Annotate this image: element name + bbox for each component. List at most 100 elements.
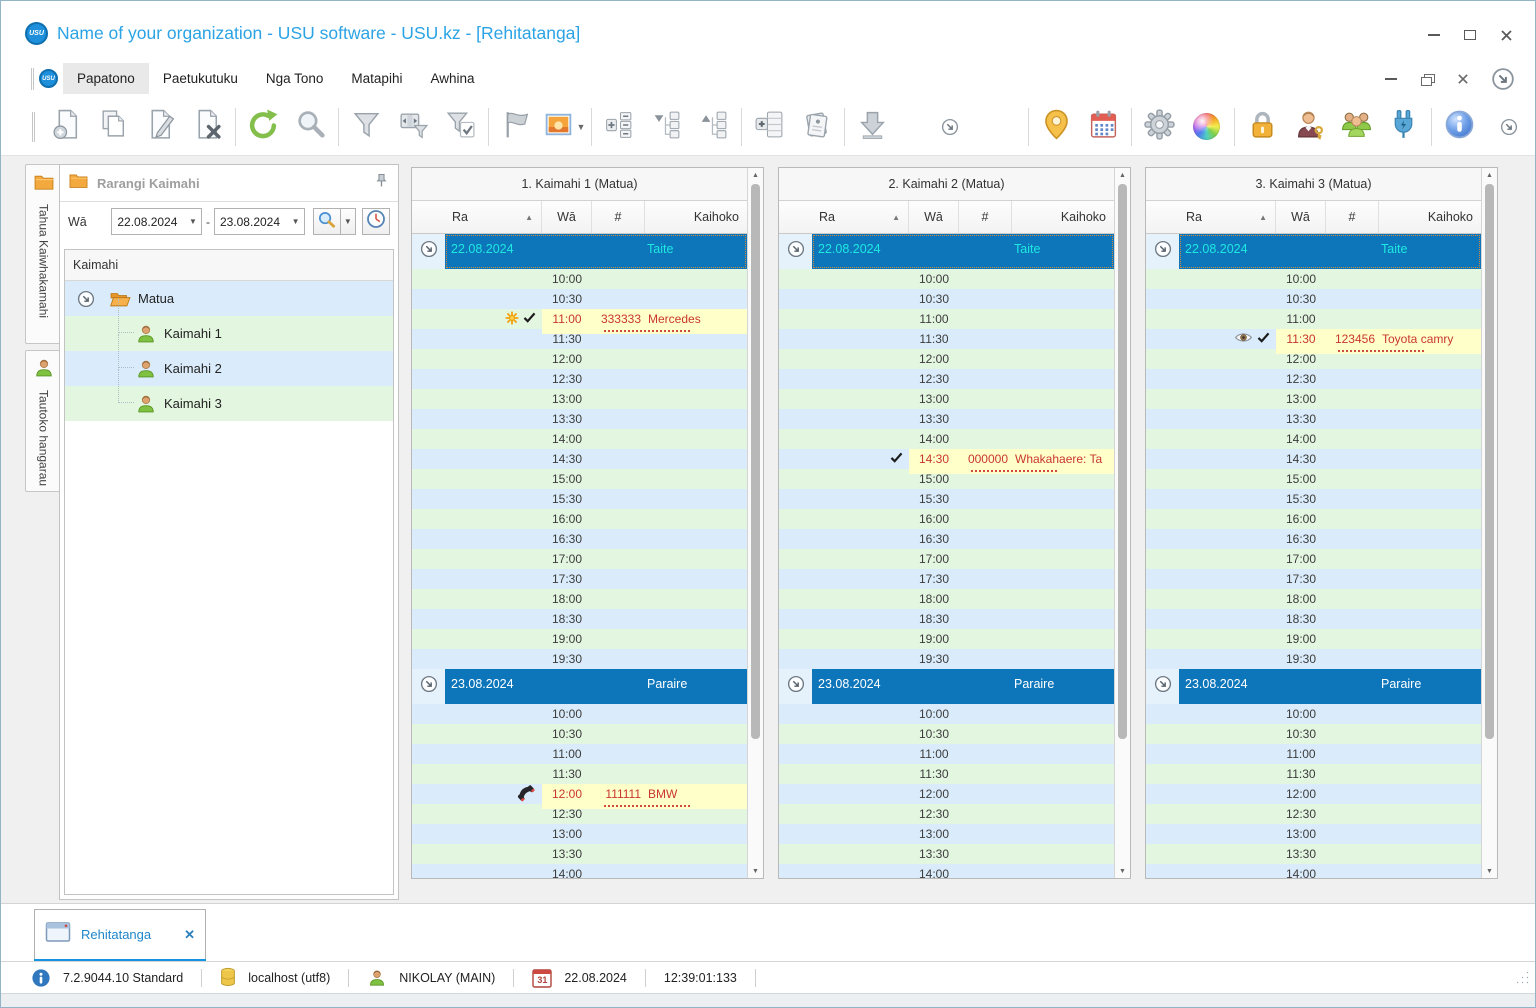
time-slot-row[interactable]: 17:30 bbox=[412, 569, 747, 589]
date-band-row[interactable]: 22.08.2024 Taite bbox=[779, 234, 1114, 269]
menu-item-matapihi[interactable]: Matapihi bbox=[337, 63, 416, 94]
time-slot-row[interactable]: 12:30 bbox=[1146, 369, 1481, 389]
mdi-close-button[interactable] bbox=[1451, 69, 1475, 89]
time-slot-row[interactable]: 14:30 bbox=[1146, 449, 1481, 469]
date-band-row[interactable]: 23.08.2024 Paraire bbox=[1146, 669, 1481, 704]
time-slot-row[interactable]: 13:30 bbox=[412, 409, 747, 429]
refresh-button[interactable] bbox=[240, 103, 287, 151]
band-expander-cell[interactable] bbox=[1146, 234, 1179, 269]
lock-button[interactable] bbox=[1239, 103, 1286, 151]
time-slot-row[interactable]: 11:30 bbox=[1146, 764, 1481, 784]
time-slot-row[interactable]: 11:30 bbox=[412, 764, 747, 784]
time-slot-row[interactable]: 14:00 bbox=[1146, 429, 1481, 449]
scrollbar-thumb[interactable] bbox=[1485, 184, 1494, 739]
time-slot-row[interactable]: 10:30 bbox=[412, 289, 747, 309]
time-slot-row[interactable]: 16:30 bbox=[779, 529, 1114, 549]
mdi-minimize-button[interactable] bbox=[1379, 69, 1403, 89]
time-slot-row[interactable]: 13:00 bbox=[1146, 389, 1481, 409]
column-header-client[interactable]: Kaihoko bbox=[645, 201, 747, 233]
column-header-number[interactable]: # bbox=[959, 201, 1012, 233]
band-expander-cell[interactable] bbox=[412, 234, 445, 269]
edit-document-button[interactable] bbox=[137, 103, 184, 151]
user-group-button[interactable] bbox=[1333, 103, 1380, 151]
tree-expander-icon[interactable] bbox=[77, 290, 95, 308]
dropdown-arrow-icon[interactable]: ▼ bbox=[189, 217, 197, 226]
new-document-button[interactable] bbox=[43, 103, 90, 151]
download-button[interactable] bbox=[849, 103, 896, 151]
scroll-up-icon[interactable]: ▲ bbox=[1482, 168, 1497, 182]
delete-document-button[interactable] bbox=[184, 103, 231, 151]
tree-item-kaimahi-2[interactable]: Kaimahi 2 bbox=[65, 334, 393, 386]
calendar-button[interactable] bbox=[1080, 103, 1127, 151]
time-slot-row[interactable]: 13:00 bbox=[779, 824, 1114, 844]
tab-close-icon[interactable]: ✕ bbox=[184, 927, 195, 943]
column-header-client[interactable]: Kaihoko bbox=[1012, 201, 1114, 233]
menu-item-paetukutuku[interactable]: Paetukutuku bbox=[149, 63, 252, 94]
time-slot-row[interactable]: 11:00 bbox=[412, 744, 747, 764]
time-slot-row[interactable]: 13:30 bbox=[779, 409, 1114, 429]
settings-gear-button[interactable] bbox=[1136, 103, 1183, 151]
scrollbar-thumb[interactable] bbox=[1118, 184, 1127, 739]
panel-scrollbar[interactable]: ▲ ▼ bbox=[747, 168, 763, 878]
time-slot-row[interactable]: 12:00 bbox=[412, 349, 747, 369]
time-slot-row[interactable]: 10:30 bbox=[1146, 289, 1481, 309]
time-slot-row[interactable]: 18:30 bbox=[1146, 609, 1481, 629]
circled-arrow-icon[interactable] bbox=[1154, 675, 1172, 698]
time-slot-row[interactable]: 12:30 bbox=[412, 369, 747, 389]
circled-arrow-icon[interactable] bbox=[420, 240, 438, 263]
time-slot-row[interactable]: 10:30 bbox=[1146, 724, 1481, 744]
close-button[interactable] bbox=[1493, 25, 1519, 45]
tab-rehitatanga[interactable]: Rehitatanga ✕ bbox=[34, 909, 206, 962]
time-slot-row[interactable]: 11:30 bbox=[779, 764, 1114, 784]
scroll-up-icon[interactable]: ▲ bbox=[748, 168, 763, 182]
time-slot-row[interactable]: 15:30 bbox=[1146, 489, 1481, 509]
time-slot-row[interactable]: 12:30 bbox=[779, 369, 1114, 389]
time-slot-row[interactable]: 11:30 bbox=[779, 329, 1114, 349]
search-button[interactable] bbox=[312, 208, 341, 235]
expand-groups-button[interactable] bbox=[596, 103, 643, 151]
time-slot-row[interactable]: 11:00 bbox=[1146, 744, 1481, 764]
scroll-up-icon[interactable]: ▲ bbox=[1115, 168, 1130, 182]
time-slot-row[interactable]: 11:00 bbox=[1146, 309, 1481, 329]
column-header-number[interactable]: # bbox=[1326, 201, 1379, 233]
time-slot-row[interactable]: 15:00 bbox=[1146, 469, 1481, 489]
time-slot-row[interactable]: 13:30 bbox=[1146, 844, 1481, 864]
time-slot-row[interactable]: 12:00 bbox=[779, 784, 1114, 804]
search-dropdown-button[interactable]: ▼ bbox=[340, 208, 357, 235]
filter-confirm-button[interactable] bbox=[437, 103, 484, 151]
time-slot-row[interactable]: 15:30 bbox=[412, 489, 747, 509]
circled-arrow-icon[interactable] bbox=[1154, 240, 1172, 263]
user-key-button[interactable] bbox=[1286, 103, 1333, 151]
band-expander-cell[interactable] bbox=[779, 669, 812, 704]
time-slot-row[interactable]: 15:30 bbox=[779, 489, 1114, 509]
time-slot-row[interactable]: 10:00 bbox=[1146, 704, 1481, 724]
panel-scrollbar[interactable]: ▲ ▼ bbox=[1114, 168, 1130, 878]
time-slot-row[interactable]: 19:30 bbox=[779, 649, 1114, 669]
print-documents-button[interactable] bbox=[793, 103, 840, 151]
column-header-date[interactable]: Ra ▲ bbox=[779, 201, 909, 233]
panel-scrollbar[interactable]: ▲ ▼ bbox=[1481, 168, 1497, 878]
band-expander-cell[interactable] bbox=[412, 669, 445, 704]
dropdown-arrow-icon[interactable]: ▼ bbox=[292, 217, 300, 226]
appointment-row[interactable]: 11:00 333333 Mercedes bbox=[412, 309, 747, 334]
scroll-down-icon[interactable]: ▼ bbox=[748, 864, 763, 878]
column-header-client[interactable]: Kaihoko bbox=[1379, 201, 1481, 233]
column-header-date[interactable]: Ra ▲ bbox=[1146, 201, 1276, 233]
appointment-row[interactable]: 12:00 111111 BMW bbox=[412, 784, 747, 809]
time-slot-row[interactable]: 19:00 bbox=[779, 629, 1114, 649]
appointment-row[interactable]: 14:30 000000 Whakahaere: Ta bbox=[779, 449, 1114, 483]
time-slot-row[interactable]: 16:00 bbox=[412, 509, 747, 529]
time-slot-row[interactable]: 17:30 bbox=[779, 569, 1114, 589]
time-slot-row[interactable]: 17:00 bbox=[412, 549, 747, 569]
time-slot-row[interactable]: 18:00 bbox=[412, 589, 747, 609]
tree-item-matua[interactable]: Matua bbox=[65, 281, 393, 316]
time-slot-row[interactable]: 10:00 bbox=[1146, 269, 1481, 289]
column-header-number[interactable]: # bbox=[592, 201, 645, 233]
scroll-down-icon[interactable]: ▼ bbox=[1482, 864, 1497, 878]
time-slot-row[interactable]: 17:00 bbox=[779, 549, 1114, 569]
menu-item-nga-tono[interactable]: Nga Tono bbox=[252, 63, 338, 94]
flag-button[interactable] bbox=[493, 103, 540, 151]
date-band-row[interactable]: 22.08.2024 Taite bbox=[1146, 234, 1481, 269]
date-band-row[interactable]: 23.08.2024 Paraire bbox=[779, 669, 1114, 704]
column-header-time[interactable]: Wā bbox=[909, 201, 959, 233]
